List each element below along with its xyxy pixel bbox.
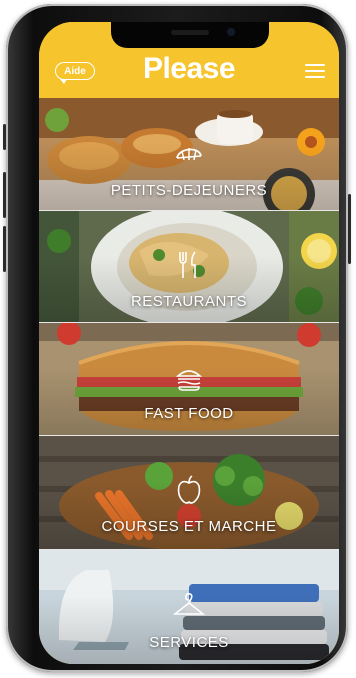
category-breakfast[interactable]: PETITS-DEJEUNERS (39, 98, 339, 211)
burger-icon (175, 370, 203, 391)
fork-knife-icon (179, 251, 196, 278)
category-label: SERVICES (149, 634, 229, 651)
category-label: FAST FOOD (144, 405, 234, 422)
volume-down-button (3, 226, 6, 272)
side-power-button (348, 194, 351, 264)
app-title: Please (142, 52, 236, 85)
hanger-icon (172, 592, 206, 615)
help-button[interactable]: Aide (55, 62, 95, 84)
front-camera (227, 28, 235, 36)
volume-up-button (3, 172, 6, 218)
category-label: COURSES ET MARCHE (101, 518, 277, 535)
hamburger-menu-icon[interactable] (305, 62, 327, 80)
croissant-icon (176, 148, 202, 161)
phone-frame: Aide Please PETITS-DEJEUNERS RESTAURANTS… (3, 4, 351, 672)
category-list: PETITS-DEJEUNERS RESTAURANTS FAST FOOD C… (39, 98, 339, 664)
apple-icon (177, 475, 201, 504)
category-restaurants[interactable]: RESTAURANTS (39, 211, 339, 323)
category-services[interactable]: SERVICES (39, 550, 339, 664)
category-fast-food[interactable]: FAST FOOD (39, 323, 339, 436)
speaker-grille (171, 30, 209, 35)
notch (111, 22, 269, 48)
phone-screen: Aide Please PETITS-DEJEUNERS RESTAURANTS… (39, 22, 339, 664)
category-groceries[interactable]: COURSES ET MARCHE (39, 436, 339, 550)
mute-switch (3, 124, 6, 150)
category-label: PETITS-DEJEUNERS (110, 182, 268, 199)
category-label: RESTAURANTS (130, 293, 248, 310)
